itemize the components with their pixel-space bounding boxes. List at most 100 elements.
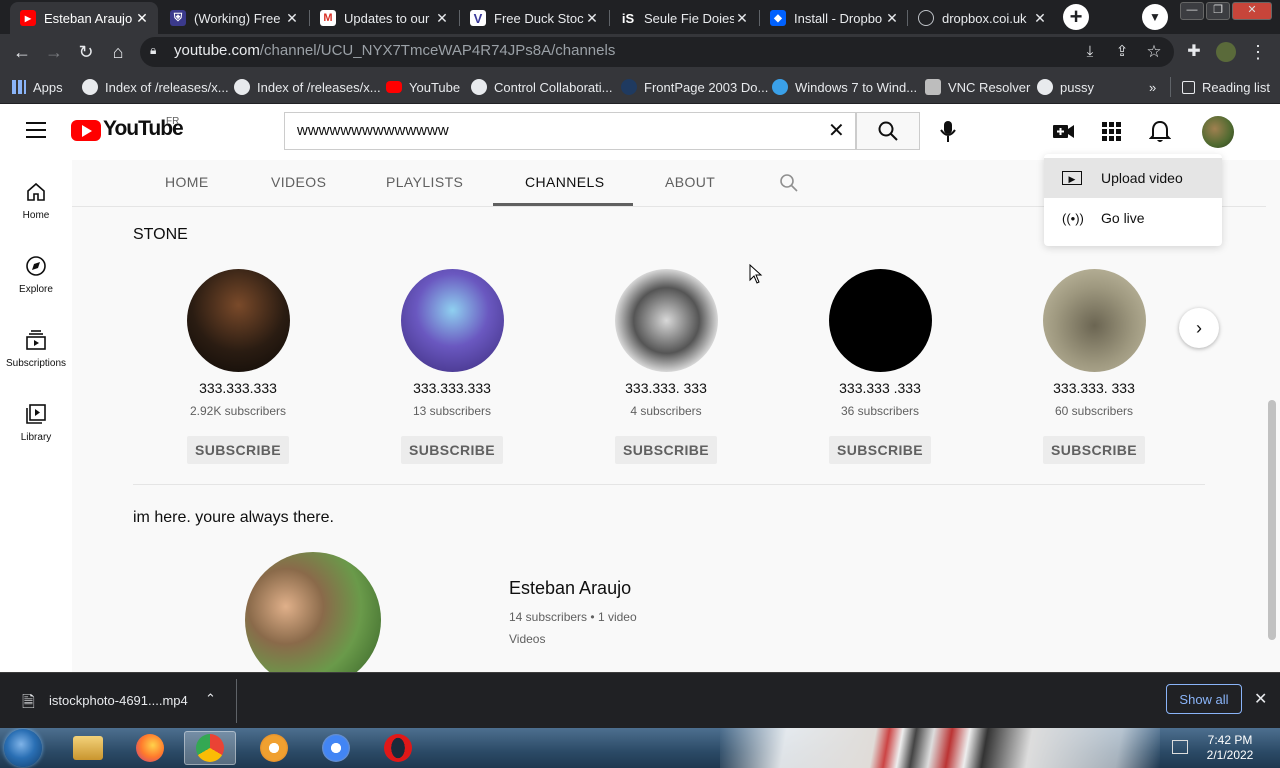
- youtube-logo-icon[interactable]: [71, 120, 101, 141]
- tab-channels[interactable]: CHANNELS: [525, 174, 604, 190]
- taskbar-brave[interactable]: [248, 731, 300, 765]
- tab-updates[interactable]: M Updates to our ✕: [310, 2, 458, 34]
- system-clock[interactable]: 7:42 PM 2/1/2022: [1190, 733, 1270, 763]
- channel-avatar[interactable]: [614, 269, 718, 372]
- bookmark-apps[interactable]: Apps: [12, 77, 63, 97]
- tab-dropbox-coi[interactable]: dropbox.coi.uk ✕: [908, 2, 1056, 34]
- subscribe-button[interactable]: SUBSCRIBE: [614, 436, 718, 464]
- channel-name[interactable]: 333.333.333: [168, 380, 308, 396]
- more-bookmarks-button[interactable]: »: [1149, 77, 1156, 97]
- install-app-icon[interactable]: ⤓: [1078, 40, 1102, 64]
- notifications-bell-icon[interactable]: [1149, 120, 1171, 144]
- close-icon[interactable]: ✕: [1254, 689, 1267, 709]
- search-input[interactable]: wwwwwwwwwwwwww: [297, 122, 449, 139]
- lock-icon[interactable]: 🔒︎: [150, 43, 156, 58]
- close-icon[interactable]: ✕: [884, 10, 900, 27]
- channel-name[interactable]: 333.333. 333: [596, 380, 736, 396]
- taskbar-chrome[interactable]: [184, 731, 236, 765]
- nav-home[interactable]: Home: [0, 180, 72, 221]
- channel-search-icon[interactable]: [779, 173, 799, 193]
- reading-list-button[interactable]: Reading list: [1182, 77, 1270, 97]
- next-arrow-button[interactable]: ›: [1179, 308, 1219, 348]
- close-icon[interactable]: ✕: [584, 10, 600, 27]
- channel-name[interactable]: 333.333. 333: [1024, 380, 1164, 396]
- network-icon[interactable]: [1172, 740, 1188, 754]
- close-icon[interactable]: ✕: [134, 10, 150, 27]
- start-button[interactable]: [4, 729, 42, 767]
- close-icon[interactable]: ✕: [734, 10, 750, 27]
- channel-name[interactable]: 333.333 .333: [810, 380, 950, 396]
- profile-avatar[interactable]: [1216, 42, 1236, 62]
- share-icon[interactable]: ⇪: [1110, 40, 1134, 64]
- bookmark-vnc[interactable]: VNC Resolver: [925, 77, 1030, 97]
- url-text[interactable]: youtube.com/channel/UCU_NYX7TmceWAP4R74J…: [174, 42, 615, 59]
- tab-free-duck-stock[interactable]: V Free Duck Stock ✕: [460, 2, 608, 34]
- minimize-button[interactable]: —: [1180, 2, 1204, 20]
- reload-icon[interactable]: ↻: [74, 40, 98, 64]
- close-icon[interactable]: ✕: [284, 10, 300, 27]
- bookmark-star-icon[interactable]: ☆: [1142, 40, 1166, 64]
- featured-channel-name[interactable]: Esteban Araujo: [509, 578, 631, 599]
- bookmark-index-1[interactable]: Index of /releases/x...: [82, 77, 229, 97]
- featured-channel-avatar[interactable]: [245, 552, 381, 688]
- tab-seule-fie[interactable]: iS Seule Fie Doies ✕: [610, 2, 758, 34]
- subscribe-button[interactable]: SUBSCRIBE: [828, 436, 932, 464]
- close-icon[interactable]: ✕: [1032, 10, 1048, 27]
- go-live-menu-item[interactable]: ((•)) Go live: [1044, 198, 1222, 238]
- tab-about[interactable]: ABOUT: [665, 174, 715, 190]
- tab-title: Updates to our: [344, 10, 430, 26]
- download-filename[interactable]: istockphoto-4691....mp4: [49, 693, 188, 708]
- tab-working-free[interactable]: ⛨ (Working) Free V ✕: [160, 2, 308, 34]
- taskbar-chrome-beta[interactable]: [310, 731, 362, 765]
- videos-link[interactable]: Videos: [509, 632, 545, 646]
- bookmark-index-2[interactable]: Index of /releases/x...: [234, 77, 381, 97]
- tab-videos[interactable]: VIDEOS: [271, 174, 326, 190]
- tab-install-dropbox[interactable]: ◆ Install - Dropbo ✕: [760, 2, 908, 34]
- channel-name[interactable]: 333.333.333: [382, 380, 522, 396]
- show-all-button[interactable]: Show all: [1166, 684, 1242, 714]
- subscribe-button[interactable]: SUBSCRIBE: [400, 436, 504, 464]
- close-icon[interactable]: ✕: [434, 10, 450, 27]
- home-icon[interactable]: ⌂: [106, 40, 130, 64]
- new-tab-button[interactable]: +: [1063, 4, 1089, 30]
- taskbar-file-explorer[interactable]: [62, 731, 114, 765]
- create-video-icon[interactable]: [1052, 119, 1076, 143]
- bookmark-control-collab[interactable]: Control Collaborati...: [471, 77, 613, 97]
- tab-home[interactable]: HOME: [165, 174, 209, 190]
- nav-subscriptions[interactable]: Subscriptions: [0, 328, 72, 369]
- menu-dots-icon[interactable]: ⋮: [1246, 40, 1270, 64]
- tab-search-button[interactable]: ▼: [1142, 4, 1168, 30]
- bookmark-youtube[interactable]: YouTube: [386, 77, 460, 97]
- menu-item-label: Upload video: [1101, 170, 1183, 186]
- channel-avatar[interactable]: [828, 269, 932, 372]
- channel-avatar[interactable]: [1042, 269, 1146, 372]
- bookmark-frontpage[interactable]: FrontPage 2003 Do...: [621, 77, 768, 97]
- channel-avatar[interactable]: [186, 269, 290, 372]
- search-button[interactable]: [856, 112, 920, 150]
- taskbar-firefox[interactable]: [124, 731, 176, 765]
- microphone-icon[interactable]: [940, 120, 956, 144]
- tab-esteban-araujo[interactable]: ▶ Esteban Araujo ✕: [10, 2, 158, 34]
- subscribe-button[interactable]: SUBSCRIBE: [186, 436, 290, 464]
- apps-grid-icon[interactable]: [1102, 122, 1122, 142]
- extensions-icon[interactable]: ✚: [1182, 40, 1206, 64]
- channel-card: 333.333.333 2.92K subscribers SUBSCRIBE: [168, 269, 308, 464]
- back-icon[interactable]: ←: [10, 40, 34, 64]
- bookmark-other[interactable]: pussy: [1037, 77, 1094, 97]
- bookmark-windows7[interactable]: Windows 7 to Wind...: [772, 77, 917, 97]
- taskbar-opera[interactable]: [372, 731, 424, 765]
- nav-library[interactable]: Library: [0, 402, 72, 443]
- close-window-button[interactable]: ✕: [1232, 2, 1272, 20]
- maximize-button[interactable]: ❐: [1206, 2, 1230, 20]
- nav-explore[interactable]: Explore: [0, 254, 72, 295]
- account-avatar[interactable]: [1202, 116, 1234, 148]
- scrollbar-thumb[interactable]: [1268, 400, 1276, 640]
- subscribe-button[interactable]: SUBSCRIBE: [1042, 436, 1146, 464]
- forward-icon[interactable]: →: [42, 40, 66, 64]
- chevron-up-icon[interactable]: ⌃: [205, 691, 216, 707]
- clear-search-icon[interactable]: ✕: [828, 118, 845, 143]
- channel-avatar[interactable]: [400, 269, 504, 372]
- tab-playlists[interactable]: PLAYLISTS: [386, 174, 463, 190]
- hamburger-menu-icon[interactable]: [26, 122, 46, 138]
- upload-video-menu-item[interactable]: ▶ Upload video: [1044, 158, 1222, 198]
